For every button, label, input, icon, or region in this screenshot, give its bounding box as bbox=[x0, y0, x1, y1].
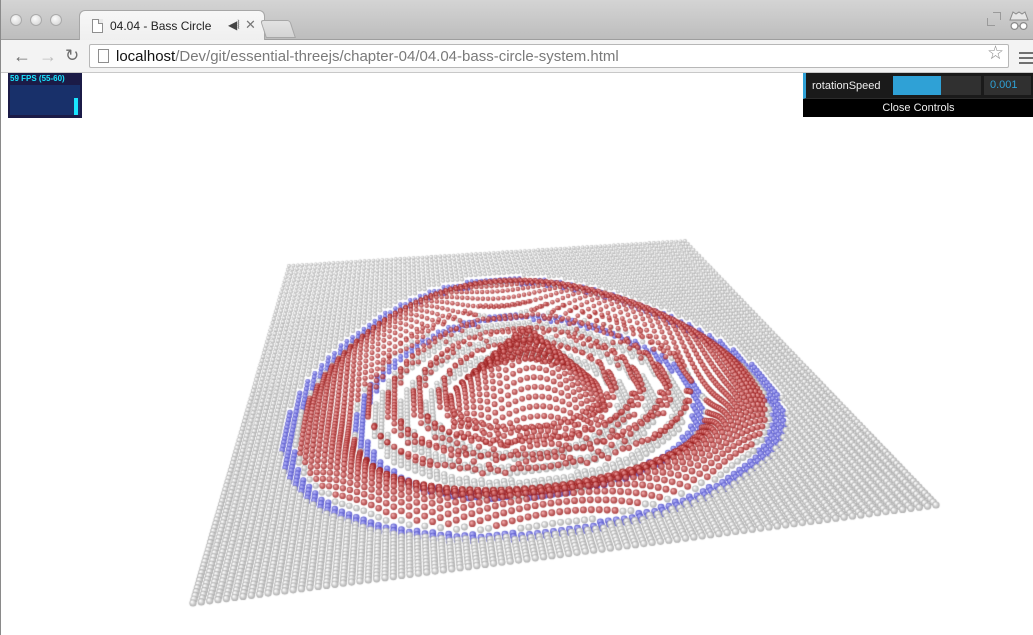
rotation-speed-slider[interactable] bbox=[893, 76, 981, 95]
rotation-speed-input[interactable]: 0.001 bbox=[984, 76, 1031, 95]
particle-scene-canvas[interactable] bbox=[1, 73, 1033, 635]
fps-stats-panel[interactable]: 59 FPS (55-60) bbox=[8, 73, 82, 118]
url-path: /Dev/git/essential-threejs/chapter-04/04… bbox=[175, 48, 619, 65]
fps-readout: 59 FPS (55-60) bbox=[10, 74, 65, 83]
tab-strip: 04.04 - Bass Circle ◀⦚ ✕ bbox=[1, 0, 1033, 40]
browser-window: 04.04 - Bass Circle ◀⦚ ✕ ← → ↻ localhost… bbox=[0, 0, 1033, 635]
fps-graph bbox=[10, 85, 80, 115]
browser-toolbar: ← → ↻ localhost/Dev/git/essential-threej… bbox=[1, 40, 1033, 73]
reload-icon[interactable]: ↻ bbox=[65, 46, 79, 66]
control-row-rotation-speed: rotationSpeed 0.001 bbox=[803, 73, 1033, 99]
fps-bar bbox=[74, 97, 78, 115]
url-text[interactable]: localhost/Dev/git/essential-threejs/chap… bbox=[116, 48, 619, 65]
page-icon bbox=[92, 19, 103, 33]
menu-icon[interactable] bbox=[1019, 52, 1033, 64]
dat-gui-panel: rotationSpeed 0.001 Close Controls bbox=[803, 73, 1033, 117]
zoom-window-icon[interactable] bbox=[50, 14, 62, 26]
incognito-icon[interactable] bbox=[1006, 8, 1032, 34]
tab-bass-circle[interactable]: 04.04 - Bass Circle ◀⦚ ✕ bbox=[79, 10, 265, 40]
new-tab-button[interactable] bbox=[260, 20, 296, 38]
webgl-viewport[interactable]: 59 FPS (55-60) rotationSpeed 0.001 Close… bbox=[1, 73, 1033, 635]
tab-title: 04.04 - Bass Circle bbox=[110, 19, 212, 33]
control-label: rotationSpeed bbox=[812, 80, 881, 92]
fullscreen-icon[interactable] bbox=[987, 12, 1001, 26]
address-bar[interactable]: localhost/Dev/git/essential-threejs/chap… bbox=[89, 44, 1009, 68]
speaker-icon[interactable]: ◀⦚ bbox=[228, 18, 240, 33]
slider-fill bbox=[893, 76, 942, 95]
page-icon bbox=[98, 49, 109, 63]
minimize-window-icon[interactable] bbox=[30, 14, 42, 26]
close-window-icon[interactable] bbox=[10, 14, 22, 26]
bookmark-star-icon[interactable]: ☆ bbox=[987, 44, 1004, 64]
close-icon[interactable]: ✕ bbox=[245, 17, 256, 33]
back-icon[interactable]: ← bbox=[13, 46, 31, 66]
url-host: localhost bbox=[116, 48, 176, 65]
forward-icon[interactable]: → bbox=[39, 46, 57, 66]
close-controls-button[interactable]: Close Controls bbox=[803, 100, 1033, 117]
